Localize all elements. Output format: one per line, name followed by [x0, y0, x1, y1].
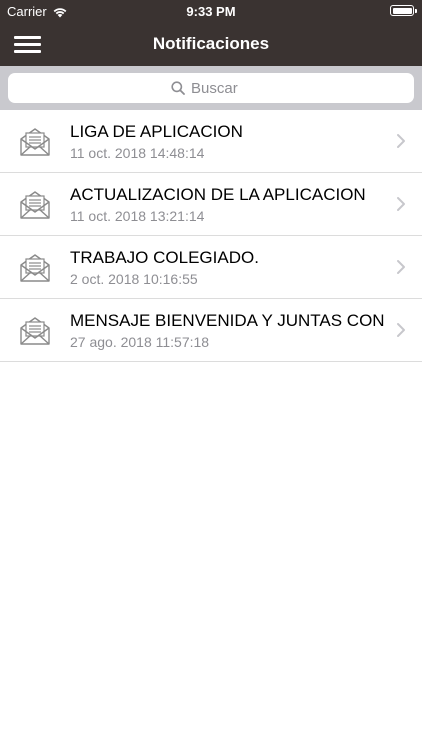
notification-title: TRABAJO COLEGIADO. [70, 248, 259, 267]
notification-row[interactable]: ACTUALIZACION DE LA APLICACION 11 oct. 2… [0, 173, 422, 236]
open-envelope-icon [20, 128, 50, 156]
search-bar [0, 66, 422, 110]
status-bar: Carrier 9:33 PM [0, 0, 422, 22]
notification-row[interactable]: MENSAJE BIENVENIDA Y JUNTAS CON 27 ago. … [0, 299, 422, 362]
notification-title: ACTUALIZACION DE LA APLICACION [70, 185, 366, 204]
search-field[interactable] [8, 73, 414, 103]
open-envelope-icon [20, 317, 50, 345]
notification-row[interactable]: TRABAJO COLEGIADO. 2 oct. 2018 10:16:55 [0, 236, 422, 299]
search-input[interactable] [191, 79, 251, 97]
chevron-right-icon [397, 323, 405, 337]
notification-date: 2 oct. 2018 10:16:55 [70, 271, 198, 287]
top-bar: Carrier 9:33 PM Notificaciones [0, 0, 422, 66]
chevron-right-icon [397, 197, 405, 211]
chevron-right-icon [397, 134, 405, 148]
notification-title: LIGA DE APLICACION [70, 122, 243, 141]
search-icon [171, 81, 185, 95]
open-envelope-icon [20, 191, 50, 219]
notification-date: 27 ago. 2018 11:57:18 [70, 334, 210, 350]
status-time: 9:33 PM [186, 4, 236, 19]
page-title: Notificaciones [152, 34, 270, 53]
battery-icon [390, 5, 417, 16]
notification-row[interactable]: LIGA DE APLICACION 11 oct. 2018 14:48:14 [0, 110, 422, 173]
notification-date: 11 oct. 2018 13:21:14 [70, 208, 205, 224]
notification-list: LIGA DE APLICACION 11 oct. 2018 14:48:14… [0, 110, 422, 362]
notification-date: 11 oct. 2018 14:48:14 [70, 145, 205, 161]
chevron-right-icon [397, 260, 405, 274]
open-envelope-icon [20, 254, 50, 282]
navigation-bar: Notificaciones [0, 22, 422, 66]
notification-title: MENSAJE BIENVENIDA Y JUNTAS CON [70, 311, 385, 330]
